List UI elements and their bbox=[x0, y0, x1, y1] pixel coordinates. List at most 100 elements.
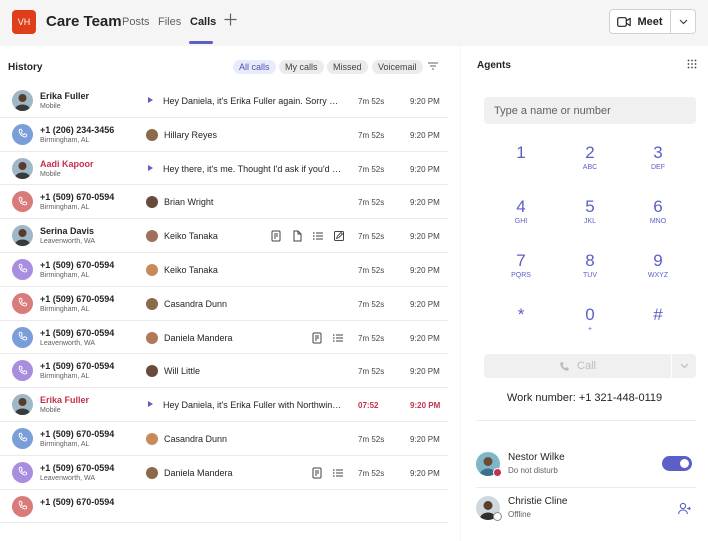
tab-posts[interactable]: Posts bbox=[122, 16, 150, 28]
filter-voicemail[interactable]: Voicemail bbox=[372, 60, 423, 74]
filter-my-calls[interactable]: My calls bbox=[279, 60, 324, 74]
call-history-row[interactable]: Erika Fuller Mobile Hey Daniela, it's Erik… bbox=[0, 388, 448, 422]
dialpad-digit: 1 bbox=[516, 143, 526, 162]
caller-detail: Leavenworth, WA bbox=[40, 474, 95, 482]
transcript-icon[interactable] bbox=[270, 230, 282, 242]
call-history-list: Erika Fuller Mobile Hey Daniela, it's Erik… bbox=[0, 84, 460, 524]
play-voicemail-icon[interactable] bbox=[148, 97, 153, 103]
call-history-row[interactable]: +1 (509) 670-0594 Birmingham, AL Keiko Tan… bbox=[0, 253, 448, 287]
dialpad-key[interactable]: 8 TUV bbox=[565, 251, 615, 291]
call-history-row[interactable]: Aadi Kapoor Mobile Hey there, it's me. Tho… bbox=[0, 152, 448, 186]
dialpad-digit: 8 bbox=[585, 251, 595, 270]
call-history-row[interactable]: +1 (509) 670-0594 Leavenworth, WA Daniela … bbox=[0, 456, 448, 490]
filter-all-calls[interactable]: All calls bbox=[233, 60, 276, 74]
caller-detail: Mobile bbox=[40, 407, 61, 415]
caller-detail: Leavenworth, WA bbox=[40, 339, 95, 347]
notes-list-icon[interactable] bbox=[312, 230, 324, 242]
call-duration: 7m 52s bbox=[358, 164, 385, 174]
call-history-row[interactable]: Serina Davis Leavenworth, WA Keiko Tanaka 7… bbox=[0, 219, 448, 253]
active-tab-indicator bbox=[189, 41, 213, 44]
history-panel: History All calls My calls Missed Voicem… bbox=[0, 46, 460, 541]
call-history-row[interactable]: +1 (509) 670-0594 Birmingham, AL Casandra … bbox=[0, 422, 448, 456]
dialpad-digit: 3 bbox=[653, 143, 663, 162]
play-voicemail-icon[interactable] bbox=[148, 164, 153, 171]
call-duration: 7m 52s bbox=[358, 434, 385, 444]
voicemail-preview: Hey Daniela, it's Erika Fuller again. So… bbox=[163, 96, 343, 106]
row-actions bbox=[311, 332, 344, 344]
dialpad-key[interactable]: 6 MNO bbox=[633, 197, 683, 237]
dialpad-grid-icon[interactable] bbox=[687, 59, 697, 69]
meet-button[interactable]: Meet bbox=[610, 10, 671, 33]
dialpad-key[interactable]: 0 + bbox=[565, 305, 615, 345]
agent-nestor-wilke[interactable]: Nestor Wilke Do not disturb bbox=[476, 448, 696, 484]
dial-search-input[interactable] bbox=[484, 97, 696, 124]
dialpad-letters: ABC bbox=[582, 164, 598, 171]
call-dropdown-button[interactable] bbox=[672, 354, 696, 378]
tab-calls[interactable]: Calls bbox=[190, 16, 216, 28]
avatar bbox=[146, 365, 158, 378]
dialpad-digit: 9 bbox=[653, 251, 663, 270]
call-history-row[interactable]: +1 (509) 670-0594 Birmingham, AL Will Litt… bbox=[0, 354, 448, 389]
transcript-icon[interactable] bbox=[311, 467, 323, 479]
caller-name: +1 (509) 670-0594 bbox=[40, 192, 115, 203]
phone-caller-avatar-icon bbox=[12, 360, 33, 382]
dialpad-key[interactable]: * bbox=[496, 305, 546, 345]
voicemail-preview: Hey there, it's me. Thought I'd ask if y… bbox=[163, 163, 343, 174]
answered-by-name: Casandra Dunn bbox=[164, 298, 228, 309]
phone-caller-avatar-icon bbox=[12, 461, 33, 483]
dialpad-key[interactable]: 2 ABC bbox=[565, 143, 615, 183]
caller-detail: Birmingham, AL bbox=[40, 136, 90, 144]
dialpad-key[interactable]: 4 GHI bbox=[496, 197, 546, 237]
notes-list-icon[interactable] bbox=[332, 467, 344, 479]
dialpad-key[interactable]: # bbox=[633, 305, 683, 345]
answered-by-name: Daniela Mandera bbox=[164, 467, 233, 478]
caller-detail: Birmingham, AL bbox=[40, 204, 90, 212]
call-time: 9:20 PM bbox=[410, 401, 441, 411]
play-voicemail-icon[interactable] bbox=[148, 401, 153, 408]
answered-by-name: Brian Wright bbox=[164, 197, 214, 208]
tab-files[interactable]: Files bbox=[158, 16, 181, 28]
call-history-row[interactable]: +1 (509) 670-0594 Birmingham, AL Casandra … bbox=[0, 287, 448, 321]
caller-name: +1 (509) 670-0594 bbox=[40, 361, 115, 372]
call-history-row[interactable]: +1 (509) 670-0594 Leavenworth, WA Daniela … bbox=[0, 321, 448, 355]
add-tab-button[interactable] bbox=[222, 10, 238, 30]
offline-status-icon bbox=[493, 512, 502, 521]
filter-icon[interactable] bbox=[427, 60, 439, 72]
call-history-row[interactable]: +1 (509) 670-0594 bbox=[0, 490, 448, 524]
call-time: 9:20 PM bbox=[410, 130, 440, 140]
dialpad-key[interactable]: 1 bbox=[496, 143, 546, 183]
avatar bbox=[12, 394, 33, 416]
notes-list-icon[interactable] bbox=[332, 332, 344, 344]
dialpad-key[interactable]: 7 PQRS bbox=[496, 251, 546, 291]
divider bbox=[476, 420, 696, 421]
avatar bbox=[146, 230, 158, 243]
avatar bbox=[146, 263, 158, 276]
caller-name: +1 (509) 670-0594 bbox=[40, 462, 115, 473]
call-history-row[interactable]: Erika Fuller Mobile Hey Daniela, it's Erik… bbox=[0, 84, 448, 118]
edit-icon[interactable] bbox=[333, 230, 345, 242]
call-button[interactable]: Call bbox=[484, 354, 672, 378]
agent-availability-toggle[interactable] bbox=[662, 456, 692, 471]
phone-caller-avatar-icon bbox=[12, 326, 33, 348]
document-icon[interactable] bbox=[291, 230, 303, 242]
answered-by-name: Hillary Reyes bbox=[164, 129, 218, 140]
answered-by-name: Daniela Mandera bbox=[164, 332, 233, 343]
call-history-row[interactable]: +1 (206) 234-3456 Birmingham, AL Hillary R… bbox=[0, 118, 448, 152]
call-time: 9:20 PM bbox=[410, 265, 440, 275]
dialpad-key[interactable]: 3 DEF bbox=[633, 143, 683, 183]
dialpad-letters: + bbox=[587, 326, 593, 333]
caller-name: Serina Davis bbox=[40, 226, 95, 237]
filter-missed[interactable]: Missed bbox=[327, 60, 368, 74]
dialpad-key[interactable]: 5 JKL bbox=[565, 197, 615, 237]
divider bbox=[476, 487, 696, 488]
caller-name: Erika Fuller bbox=[40, 91, 90, 101]
transcript-icon[interactable] bbox=[311, 332, 323, 344]
call-history-row[interactable]: +1 (509) 670-0594 Birmingham, AL Brian Wri… bbox=[0, 185, 448, 220]
meet-dropdown-button[interactable] bbox=[671, 10, 695, 33]
dialpad-letters: TUV bbox=[583, 272, 597, 279]
transfer-person-icon[interactable] bbox=[677, 502, 691, 516]
dialpad-key[interactable]: 9 WXYZ bbox=[633, 251, 683, 291]
call-duration: 7m 52s bbox=[358, 97, 385, 106]
agent-christie-cline[interactable]: Christie Cline Offline bbox=[476, 492, 696, 528]
row-actions bbox=[270, 230, 345, 242]
